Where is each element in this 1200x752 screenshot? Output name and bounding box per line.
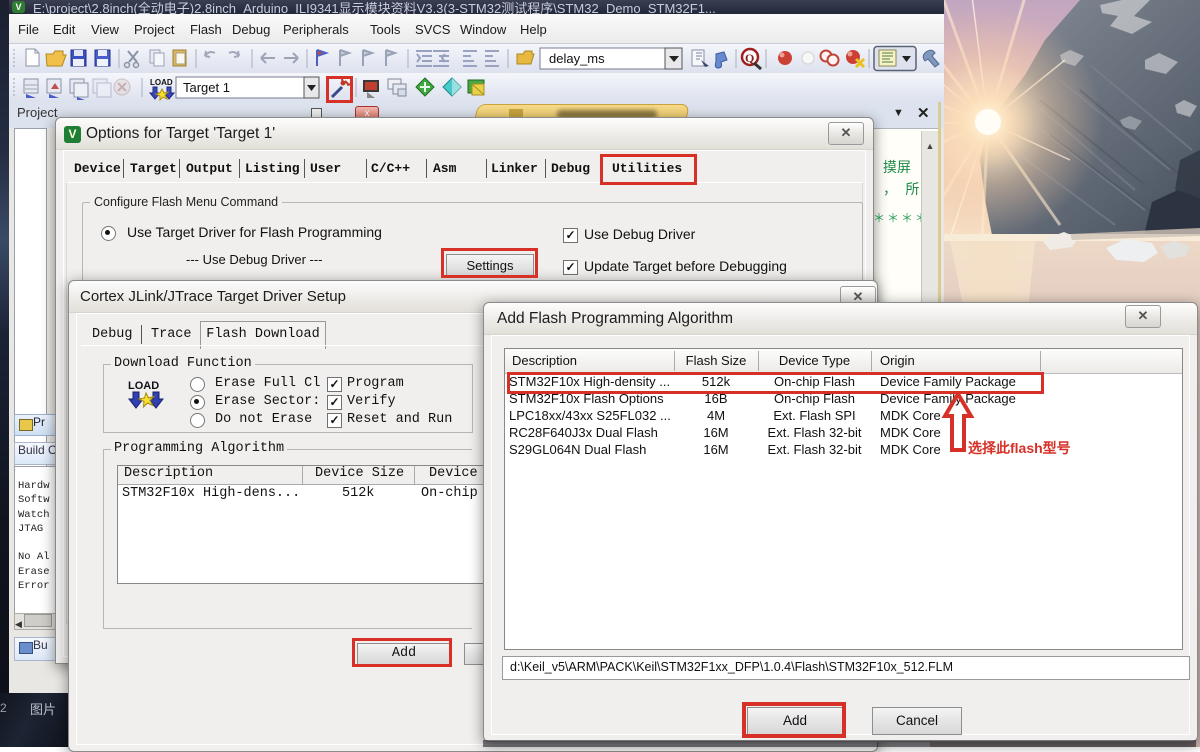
svg-text:Target 1: Target 1 [183, 80, 230, 95]
svg-text:Q: Q [745, 51, 754, 65]
svg-text:LOAD: LOAD [128, 380, 159, 392]
svg-text:LOAD: LOAD [150, 78, 173, 87]
svg-text:delay_ms: delay_ms [549, 51, 605, 66]
